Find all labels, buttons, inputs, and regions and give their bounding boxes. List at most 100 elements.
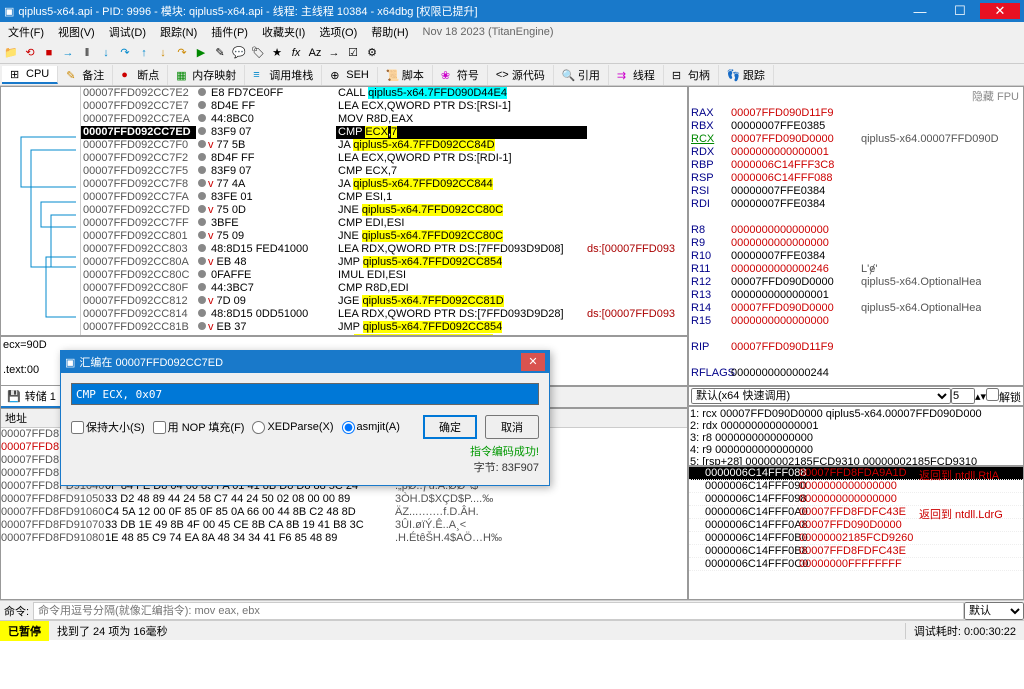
trace-into-icon[interactable]: ↓ [154,44,172,62]
menu-view[interactable]: 视图(V) [52,22,101,42]
src-icon: <> [496,69,508,81]
nop-fill-checkbox[interactable]: 用 NOP 填充(F) [153,419,245,435]
restart-icon[interactable]: ⟲ [21,44,39,62]
calling-convention-select[interactable]: 默认(x64 快速调用) [691,388,951,404]
menu-options[interactable]: 选项(O) [313,22,363,42]
tab-symbols[interactable]: ❀符号 [433,65,488,85]
maximize-button[interactable]: ☐ [940,3,980,19]
ref-icon: 🔍 [562,69,574,81]
cpu-icon: ⊞ [10,68,22,80]
comment-column: ds:[00007FFD093ds:[00007FFD093 [587,87,687,335]
tab-bar: ⊞CPU ✎备注 ●断点 ▦内存映射 ≡调用堆栈 ⊕SEH 📜脚本 ❀符号 <>… [0,64,1024,86]
trace-icon: 👣 [727,69,739,81]
close-button[interactable]: ✕ [980,3,1020,19]
script-icon: 📜 [386,69,398,81]
address-column: 00007FFD092CC7E200007FFD092CC7E700007FFD… [81,87,196,335]
calls-icon[interactable]: → [325,44,343,62]
tab-dump1[interactable]: 💾转储 1 [1,386,63,408]
tab-callstack[interactable]: ≡调用堆栈 [245,65,322,85]
tab-trace[interactable]: 👣跟踪 [719,65,774,85]
asmjit-radio[interactable]: asmjit(A) [342,421,400,434]
debug-time: 调试耗时: 0:00:30:22 [905,623,1024,639]
registers-header[interactable]: 隐藏 FPU [689,87,1023,105]
command-input[interactable] [33,602,964,620]
command-bar: 命令: 默认 [0,600,1024,620]
tab-references[interactable]: 🔍引用 [554,65,609,85]
assemble-input[interactable] [71,383,539,405]
status-bar: 已暂停 找到了 24 项为 16毫秒 调试耗时: 0:00:30:22 [0,620,1024,640]
tab-source[interactable]: <>源代码 [488,65,554,85]
bookmarks-icon[interactable]: ★ [268,44,286,62]
labels-icon[interactable]: 🏷 [249,44,267,62]
registers-panel[interactable]: 隐藏 FPU RAX00007FFD090D11F9RBX00000007FFE… [688,86,1024,386]
stop-icon[interactable]: ■ [40,44,58,62]
menu-fav[interactable]: 收藏夹(I) [256,22,311,42]
toolbar: 📁 ⟲ ■ → ‖ ↓ ↷ ↑ ↓ ↷ ▶ ✎ 💬 🏷 ★ fx Az → ☑ … [0,42,1024,64]
args-count-input[interactable] [951,388,975,404]
stack-icon: ≡ [253,69,265,81]
step-over-icon[interactable]: ↷ [116,44,134,62]
menu-bar: 文件(F) 视图(V) 调试(D) 跟踪(N) 插件(P) 收藏夹(I) 选项(… [0,22,1024,42]
args-panel[interactable]: 1: rcx 00007FFD090D0000 qiplus5-x64.0000… [688,406,1024,466]
step-out-icon[interactable]: ↑ [135,44,153,62]
tab-handles[interactable]: ⊟句柄 [664,65,719,85]
mem-icon: ▦ [176,69,188,81]
jump-arrows [1,87,81,335]
step-into-icon[interactable]: ↓ [97,44,115,62]
dialog-close-button[interactable]: ✕ [521,353,545,371]
notes-icon: ✎ [66,69,78,81]
xedparse-radio[interactable]: XEDParse(X) [252,421,333,434]
stack-panel[interactable]: 0000006C14FFF08800007FFD8FDA9A1D返回到 ntdl… [688,466,1024,600]
build-date: Nov 18 2023 (TitanEngine) [417,24,560,40]
tab-notes[interactable]: ✎备注 [58,65,113,85]
tab-threads[interactable]: ⇉线程 [609,65,664,85]
comments-icon[interactable]: 💬 [230,44,248,62]
ok-button[interactable]: 确定 [423,415,477,439]
bytes-column: E8 FD7CE0FF 8D4E FF 44:8BC0 83F9 07v 77 … [196,87,336,335]
handle-icon: ⊟ [672,69,684,81]
unlock-checkbox[interactable]: 解锁 [986,388,1021,405]
thread-icon: ⇉ [617,69,629,81]
strings-icon[interactable]: Az [306,44,324,62]
cmd-label: 命令: [0,603,33,619]
app-icon: ▣ [4,5,14,18]
menu-help[interactable]: 帮助(H) [365,22,414,42]
menu-trace[interactable]: 跟踪(N) [154,22,203,42]
window-titlebar: ▣ qiplus5-x64.api - PID: 9996 - 模块: qipl… [0,0,1024,22]
sym-icon: ❀ [441,69,453,81]
pause-icon[interactable]: ‖ [78,44,96,62]
bp-icon: ● [121,69,133,81]
asm-column: CALL qiplus5-x64.7FFD090D44E4LEA ECX,QWO… [336,87,587,335]
menu-file[interactable]: 文件(F) [2,22,50,42]
disasm-panel[interactable]: 00007FFD092CC7E200007FFD092CC7E700007FFD… [0,86,688,336]
tab-breakpoints[interactable]: ●断点 [113,65,168,85]
keep-size-checkbox[interactable]: 保持大小(S) [71,419,145,435]
patches-icon[interactable]: ✎ [211,44,229,62]
functions-icon[interactable]: fx [287,44,305,62]
open-icon[interactable]: 📁 [2,44,20,62]
tab-cpu[interactable]: ⊞CPU [2,66,58,84]
assemble-dialog: ▣ 汇编在 00007FFD092CC7ED ✕ 保持大小(S) 用 NOP 填… [60,350,550,486]
run-icon[interactable]: → [59,44,77,62]
tab-seh[interactable]: ⊕SEH [322,67,378,83]
spin-buttons[interactable]: ▴▾ [975,390,986,403]
dialog-title: 汇编在 00007FFD092CC7ED [79,354,223,370]
trace-over-icon[interactable]: ↷ [173,44,191,62]
cmd-preset-select[interactable]: 默认 [964,602,1024,620]
checkbox-icon[interactable]: ☑ [344,44,362,62]
args-bar: 默认(x64 快速调用) ▴▾ 解锁 [688,386,1024,406]
run-to-icon[interactable]: ▶ [192,44,210,62]
settings-icon[interactable]: ⚙ [363,44,381,62]
status-message: 找到了 24 项为 16毫秒 [49,623,905,639]
tab-memory[interactable]: ▦内存映射 [168,65,245,85]
menu-plugins[interactable]: 插件(P) [205,22,254,42]
menu-debug[interactable]: 调试(D) [103,22,152,42]
tab-script[interactable]: 📜脚本 [378,65,433,85]
encode-success-msg: 指令编码成功! [71,443,539,459]
cancel-button[interactable]: 取消 [485,415,539,439]
seh-icon: ⊕ [330,69,342,81]
dialog-titlebar[interactable]: ▣ 汇编在 00007FFD092CC7ED ✕ [61,351,549,373]
encoded-bytes: 字节: 83F907 [71,459,539,475]
minimize-button[interactable]: — [900,4,940,19]
window-title: qiplus5-x64.api - PID: 9996 - 模块: qiplus… [18,3,477,19]
